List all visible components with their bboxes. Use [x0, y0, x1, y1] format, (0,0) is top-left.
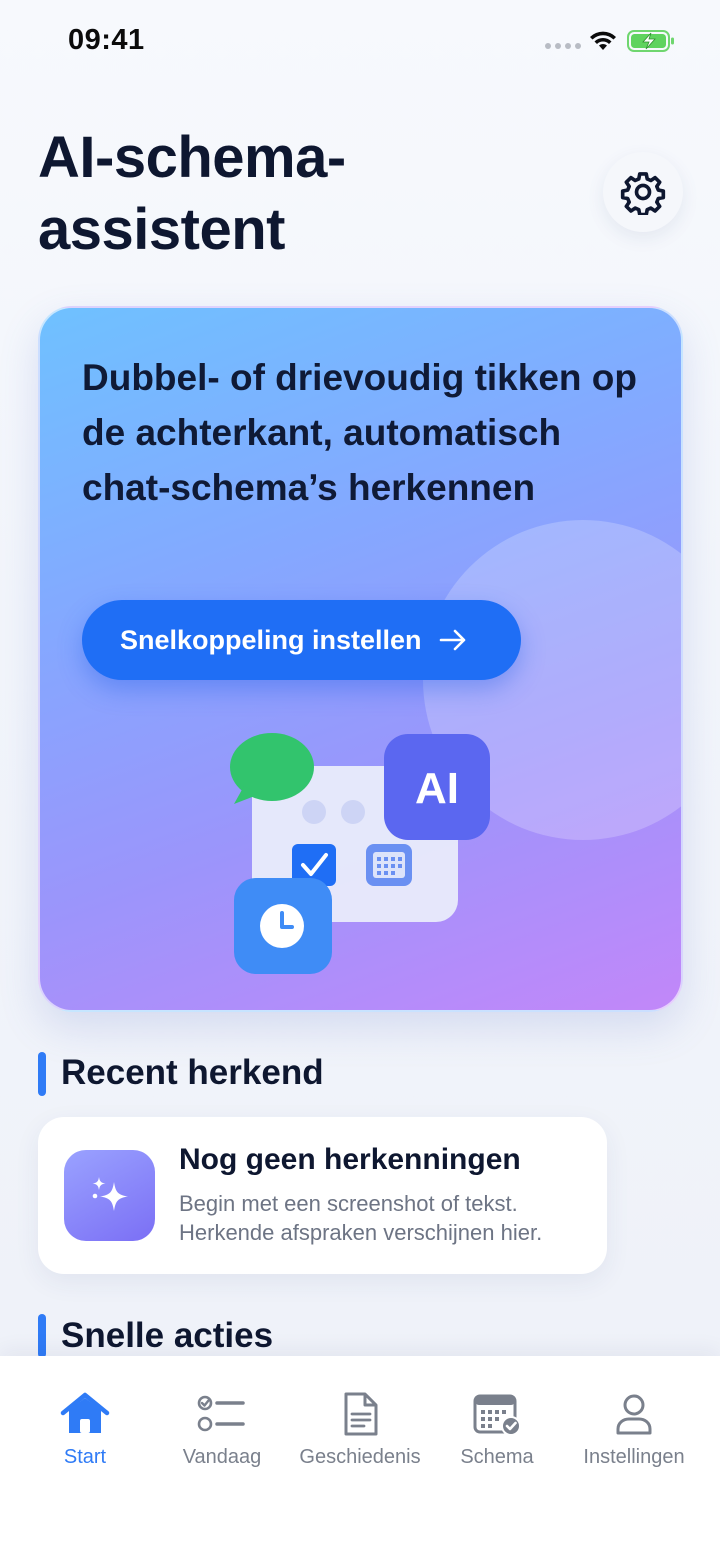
hero-card: Dubbel- of drievoudig tikken op de achte…: [38, 306, 683, 1012]
person-icon: [616, 1394, 652, 1435]
section-accent-bar: [38, 1052, 46, 1096]
status-time: 09:41: [68, 24, 145, 56]
tab-label: Instellingen: [583, 1446, 685, 1468]
checklist-icon: [197, 1395, 245, 1432]
tab-instellingen[interactable]: Instellingen: [562, 1356, 706, 1486]
empty-state-title: Nog geen herkenningen: [179, 1143, 521, 1176]
section-accent-bar: [38, 1314, 46, 1358]
empty-state-subtitle: Begin met een screenshot of tekst. Herke…: [179, 1191, 543, 1245]
status-bar: 09:41: [0, 0, 720, 80]
gear-icon: [620, 172, 666, 215]
calendar-check-icon: [473, 1394, 521, 1436]
home-icon: [60, 1392, 110, 1433]
quick-actions-section-title: Snelle acties: [61, 1316, 274, 1355]
battery-charging-icon: [627, 30, 674, 52]
tab-bar: Start Vandaag Geschiedenis Schema Instel…: [0, 1356, 720, 1558]
sparkles-icon: [64, 1150, 155, 1241]
settings-button[interactable]: [603, 152, 683, 232]
empty-state-card: Nog geen herkenningen Begin met een scre…: [38, 1117, 607, 1274]
recent-section-title: Recent herkend: [61, 1053, 324, 1092]
ai-badge-text: AI: [415, 764, 459, 813]
document-icon: [344, 1392, 378, 1436]
cellular-signal-icon: [545, 43, 581, 49]
page-title: AI-schema-assistent: [38, 125, 346, 262]
wifi-icon: [590, 31, 616, 50]
hero-illustration: AI: [230, 733, 490, 974]
